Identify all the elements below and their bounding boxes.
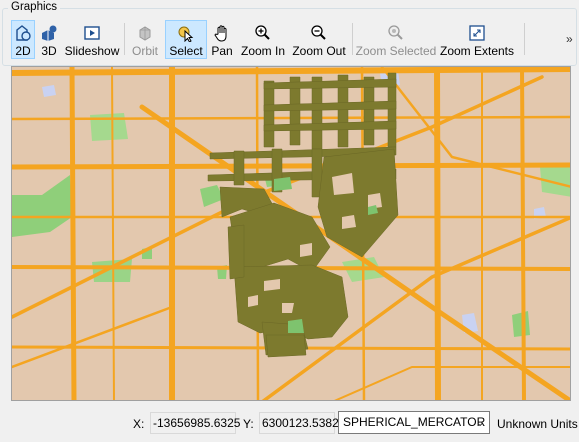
projection-select-value: SPHERICAL_MERCATOR — [343, 415, 486, 429]
zoom-out-button[interactable]: Zoom Out — [291, 20, 347, 59]
y-coordinate-label: Y: — [243, 417, 254, 431]
graphics-group-title: Graphics — [8, 1, 61, 13]
zoom-in-icon — [255, 25, 270, 40]
slideshow-icon — [84, 26, 100, 40]
zoom-extents-button[interactable]: Zoom Extents — [440, 20, 514, 59]
units-label: Unknown Units — [497, 417, 578, 431]
map-view[interactable] — [11, 66, 571, 401]
graphics-toolbar: 2D 3D Slideshow Orbit Select Pan Zoom In… — [8, 20, 558, 60]
view-2d-icon — [16, 25, 31, 41]
view-2d-button[interactable]: 2D — [11, 20, 35, 59]
zoom-extents-icon — [469, 25, 485, 41]
zoom-out-icon — [311, 25, 326, 40]
y-coordinate-value: 6300123.5382 — [259, 412, 339, 434]
map-canvas[interactable] — [12, 67, 571, 401]
select-cursor-icon — [178, 26, 194, 42]
pan-hand-icon — [214, 25, 227, 42]
chevron-down-icon: ⌄ — [474, 415, 485, 429]
zoom-selected-icon — [388, 25, 403, 40]
toolbar-overflow-button[interactable]: » — [566, 32, 573, 46]
status-bar: X: -13656985.6325 Y: 6300123.5382 SPHERI… — [0, 406, 579, 442]
zoom-selected-button[interactable]: Zoom Selected — [356, 20, 436, 59]
x-coordinate-label: X: — [133, 417, 145, 431]
toolbar-separator — [524, 23, 525, 55]
zoom-in-button[interactable]: Zoom In — [239, 20, 287, 59]
view-3d-icon — [42, 25, 57, 41]
slideshow-button[interactable]: Slideshow — [64, 20, 120, 59]
select-button[interactable]: Select — [165, 20, 207, 59]
view-3d-button[interactable]: 3D — [38, 20, 60, 59]
orbit-icon — [139, 26, 151, 41]
x-coordinate-value: -13656985.6325 — [150, 412, 240, 434]
toolbar-separator — [352, 23, 353, 55]
orbit-button[interactable]: Orbit — [128, 20, 162, 59]
pan-button[interactable]: Pan — [209, 20, 235, 59]
projection-select[interactable]: SPHERICAL_MERCATOR ⌄ — [338, 411, 490, 434]
toolbar-separator — [124, 23, 125, 55]
